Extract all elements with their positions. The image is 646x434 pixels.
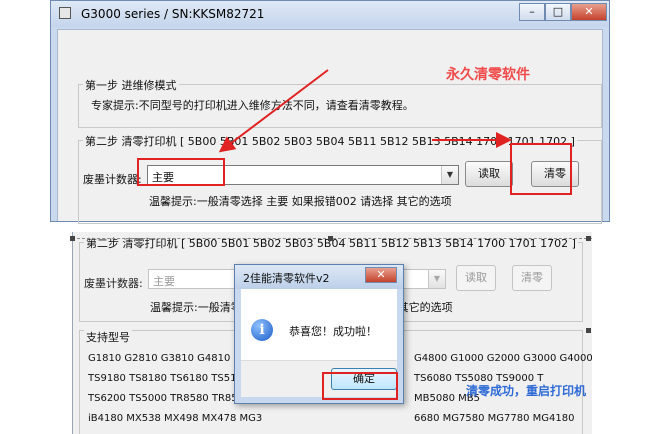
- dialog-title: 2佳能清零软件v2: [243, 272, 330, 285]
- resize-handle[interactable]: [328, 236, 333, 241]
- model-line: iB4180 MX538 MX498 MX478 MG3: [88, 413, 263, 424]
- model-line: 6680 MG7580 MG7780 MG4180: [414, 413, 575, 424]
- w2-chevron-down-icon[interactable]: ▼: [428, 270, 445, 288]
- w2-clear-button[interactable]: 清零: [512, 265, 552, 291]
- models-title: 支持型号: [84, 329, 132, 345]
- arrow-to-select: [218, 69, 329, 153]
- dialog-close-button[interactable]: ✕: [365, 267, 397, 283]
- dialog-message: 恭喜您！成功啦！: [289, 325, 377, 338]
- w2-counter-select-value: 主要: [153, 275, 175, 288]
- dialog-title-bar[interactable]: 2佳能清零软件v2 ✕: [235, 265, 403, 289]
- model-line: G4800 G1000 G2000 G3000 G4000: [414, 353, 593, 364]
- resize-handle[interactable]: [586, 328, 591, 333]
- info-icon: i: [251, 319, 273, 341]
- w2-counter-label: 废墨计数器:: [84, 277, 143, 290]
- resize-handle[interactable]: [70, 236, 75, 241]
- highlight-ok-box: [322, 372, 398, 400]
- resize-handle[interactable]: [586, 236, 591, 241]
- overlay-success-text: 清零成功，重启打印机: [466, 384, 587, 398]
- w2-read-button[interactable]: 读取: [456, 265, 496, 291]
